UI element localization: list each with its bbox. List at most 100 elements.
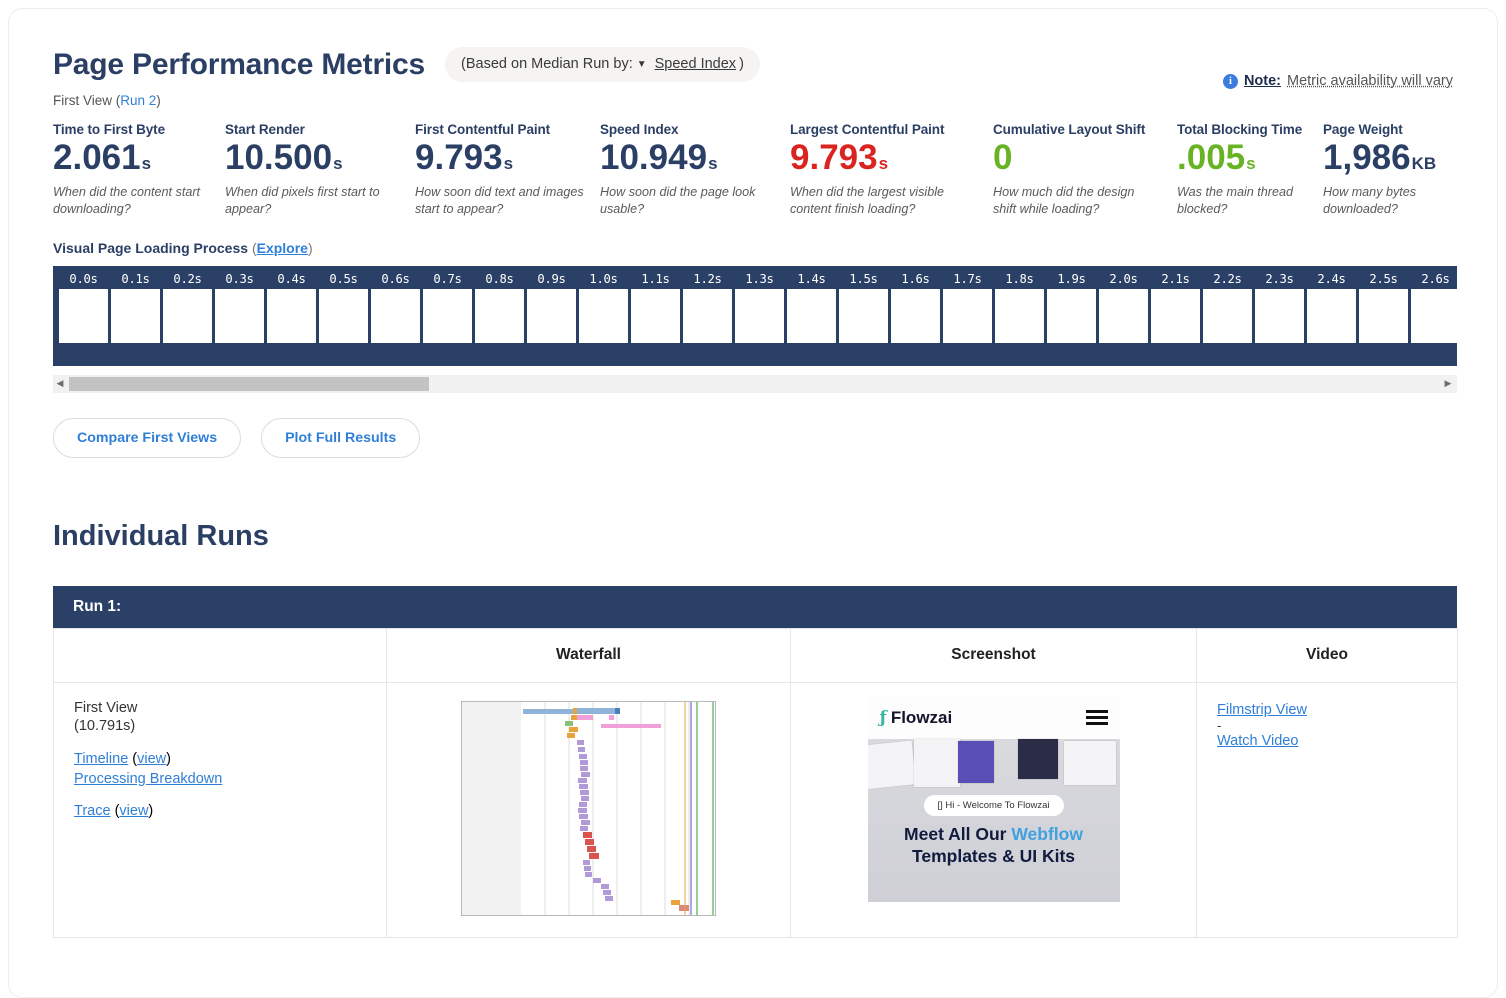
filmstrip-frame[interactable]: 0.3s — [215, 266, 264, 366]
filmstrip-frame[interactable]: 1.2s — [683, 266, 732, 366]
column-header-screenshot: Screenshot — [790, 627, 1197, 683]
filmstrip-viewport[interactable]: 0.0s 0.1s 0.2s 0.3s 0.4s 0.5s 0.6s 0.7s 0.8s 0.9s… — [53, 265, 1457, 366]
metric-label: Start Render — [225, 122, 305, 137]
metric-unit: KB — [1411, 154, 1437, 173]
filmstrip-frame-thumbnail[interactable] — [423, 288, 472, 343]
filmstrip-frame-thumbnail[interactable] — [527, 288, 576, 343]
filmstrip-frame[interactable]: 2.5s — [1359, 266, 1408, 366]
filmstrip-frame-thumbnail[interactable] — [787, 288, 836, 343]
trace-paren-close: ) — [148, 802, 154, 819]
filmstrip-frame-thumbnail[interactable] — [735, 288, 784, 343]
filmstrip-frame[interactable]: 1.7s — [943, 266, 992, 366]
filmstrip-frame-thumbnail[interactable] — [1359, 288, 1408, 343]
first-view-suffix: ) — [156, 93, 161, 108]
run-info-cell: First View (10.791s) Timeline (view) Pro… — [53, 681, 387, 938]
filmstrip-frame-thumbnail[interactable] — [371, 288, 420, 343]
filmstrip-frame-thumbnail[interactable] — [579, 288, 628, 343]
filmstrip-frame-time: 1.7s — [953, 271, 982, 286]
filmstrip-frame[interactable]: 0.1s — [111, 266, 160, 366]
timeline-view-link[interactable]: view — [137, 751, 166, 767]
filmstrip-frame-thumbnail[interactable] — [475, 288, 524, 343]
filmstrip-frame[interactable]: 1.8s — [995, 266, 1044, 366]
filmstrip-frame[interactable]: 1.0s — [579, 266, 628, 366]
filmstrip-frame[interactable]: 2.1s — [1151, 266, 1200, 366]
filmstrip-frame[interactable]: 1.5s — [839, 266, 888, 366]
metric-label: Total Blocking Time — [1177, 122, 1303, 137]
filmstrip-frame-thumbnail[interactable] — [1411, 288, 1457, 343]
filmstrip-frame[interactable]: 2.6s — [1411, 266, 1457, 366]
filmstrip-frame-thumbnail[interactable] — [995, 288, 1044, 343]
filmstrip-frame-time: 2.5s — [1369, 271, 1398, 286]
timeline-link[interactable]: Timeline — [74, 751, 128, 767]
filmstrip-frame-time: 2.3s — [1265, 271, 1294, 286]
median-metric-link[interactable]: Speed Index — [655, 56, 736, 72]
filmstrip-frame[interactable]: 2.2s — [1203, 266, 1252, 366]
filmstrip-frame-thumbnail[interactable] — [683, 288, 732, 343]
filmstrip-frame[interactable]: 1.4s — [787, 266, 836, 366]
filmstrip-frame-thumbnail[interactable] — [111, 288, 160, 343]
filmstrip-frame-thumbnail[interactable] — [891, 288, 940, 343]
filmstrip-frame-thumbnail[interactable] — [1099, 288, 1148, 343]
filmstrip-frame[interactable]: 0.6s — [371, 266, 420, 366]
trace-view-link[interactable]: view — [119, 803, 148, 819]
filmstrip-frame[interactable]: 0.4s — [267, 266, 316, 366]
scroll-right-arrow-icon[interactable]: ▶ — [1441, 378, 1455, 389]
first-view-time: (10.791s) — [74, 717, 136, 734]
chevron-down-icon[interactable]: ▼ — [637, 59, 647, 70]
metric-unit: s — [503, 154, 514, 173]
filmstrip-frame-thumbnail[interactable] — [215, 288, 264, 343]
metric-speed-index: Speed Index 10.949s How soon did the pag… — [600, 122, 790, 218]
filmstrip-frame[interactable]: 1.9s — [1047, 266, 1096, 366]
watch-video-link[interactable]: Watch Video — [1217, 733, 1298, 749]
filmstrip-frame-thumbnail[interactable] — [1151, 288, 1200, 343]
filmstrip-frame[interactable]: 0.0s — [59, 266, 108, 366]
page-screenshot-thumbnail[interactable]: ƒ Flowzai [] Hi - Welcome To Flowzai Mee… — [867, 696, 1120, 902]
screenshot-cell[interactable]: ƒ Flowzai [] Hi - Welcome To Flowzai Mee… — [790, 681, 1197, 938]
filmstrip-frame-thumbnail[interactable] — [1203, 288, 1252, 343]
filmstrip-frame-thumbnail[interactable] — [267, 288, 316, 343]
filmstrip-frame[interactable]: 0.7s — [423, 266, 472, 366]
headline-part-2: Templates & UI Kits — [911, 846, 1076, 867]
filmstrip-frame-thumbnail[interactable] — [1047, 288, 1096, 343]
scrollbar-thumb[interactable] — [69, 376, 429, 391]
filmstrip-frame-time: 2.4s — [1317, 271, 1346, 286]
filmstrip-frame-time: 2.0s — [1109, 271, 1138, 286]
filmstrip-frame[interactable]: 0.2s — [163, 266, 212, 366]
metric-unit: s — [333, 154, 343, 173]
table-header-row: Waterfall Screenshot Video — [53, 627, 1458, 683]
filmstrip-frame-thumbnail[interactable] — [631, 288, 680, 343]
trace-link[interactable]: Trace — [74, 803, 111, 819]
filmstrip-frame-thumbnail[interactable] — [1255, 288, 1304, 343]
scroll-left-arrow-icon[interactable]: ◀ — [53, 378, 67, 389]
individual-runs-table: Waterfall Screenshot Video First View (1… — [53, 627, 1458, 938]
run-2-link[interactable]: Run 2 — [120, 93, 156, 108]
hamburger-menu-icon[interactable] — [1085, 710, 1108, 726]
filmstrip-frame-time: 2.6s — [1421, 271, 1450, 286]
filmstrip-horizontal-scrollbar[interactable]: ◀ ▶ — [53, 374, 1457, 393]
median-run-selector[interactable]: (Based on Median Run by: ▼ Speed Index ) — [445, 47, 760, 82]
filmstrip-frame-thumbnail[interactable] — [1307, 288, 1356, 343]
filmstrip-frame[interactable]: 0.8s — [475, 266, 524, 366]
filmstrip-frame[interactable]: 1.3s — [735, 266, 784, 366]
waterfall-cell[interactable] — [386, 681, 791, 938]
filmstrip-frame[interactable]: 0.5s — [319, 266, 368, 366]
metric-availability-note: i Note: Metric availability will vary — [1222, 73, 1453, 89]
filmstrip-view-link[interactable]: Filmstrip View — [1217, 702, 1307, 718]
filmstrip-frame[interactable]: 2.4s — [1307, 266, 1356, 366]
filmstrip-frame[interactable]: 2.3s — [1255, 266, 1304, 366]
filmstrip-frame[interactable]: 1.6s — [891, 266, 940, 366]
plot-full-results-button[interactable]: Plot Full Results — [261, 417, 421, 458]
compare-first-views-button[interactable]: Compare First Views — [53, 417, 242, 458]
filmstrip-frame-thumbnail[interactable] — [163, 288, 212, 343]
filmstrip-frame-thumbnail[interactable] — [839, 288, 888, 343]
processing-breakdown-link[interactable]: Processing Breakdown — [74, 771, 222, 787]
filmstrip-frame[interactable]: 0.9s — [527, 266, 576, 366]
filmstrip-frame-time: 0.1s — [121, 271, 150, 286]
filmstrip-frame-thumbnail[interactable] — [319, 288, 368, 343]
filmstrip-frame-thumbnail[interactable] — [59, 288, 108, 343]
filmstrip-frame[interactable]: 1.1s — [631, 266, 680, 366]
filmstrip-frame-thumbnail[interactable] — [943, 288, 992, 343]
waterfall-chart-thumbnail[interactable] — [461, 700, 716, 916]
explore-link[interactable]: Explore — [257, 240, 308, 256]
filmstrip-frame[interactable]: 2.0s — [1099, 266, 1148, 366]
